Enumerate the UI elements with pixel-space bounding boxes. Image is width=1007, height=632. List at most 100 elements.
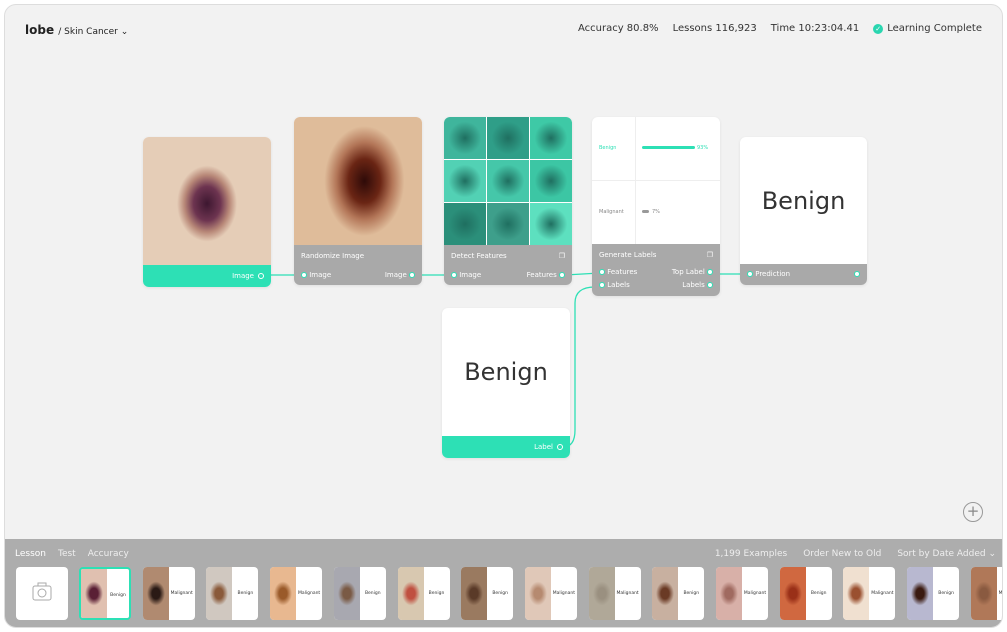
randomize-image-node[interactable]: Randomize Image Image Image bbox=[294, 117, 422, 285]
feature-map bbox=[487, 160, 529, 202]
label-name: Benign bbox=[599, 145, 617, 151]
port-label: Prediction bbox=[755, 270, 791, 278]
input-port[interactable] bbox=[599, 282, 605, 288]
detect-features-node[interactable]: Detect Features ❐ Image Features bbox=[444, 117, 572, 285]
example-label: Malignant bbox=[170, 591, 193, 596]
example-label: Benign bbox=[938, 591, 954, 596]
example-image bbox=[716, 567, 742, 620]
feature-map bbox=[444, 117, 486, 159]
example-thumbnail[interactable]: Malignant bbox=[142, 567, 195, 620]
examples-panel: Lesson Test Accuracy 1,199 Examples Orde… bbox=[5, 539, 1002, 627]
feature-map bbox=[487, 203, 529, 245]
feature-map bbox=[530, 117, 572, 159]
examples-count: 1,199 Examples bbox=[714, 549, 788, 559]
example-thumbnail[interactable]: Malignant bbox=[843, 567, 896, 620]
example-thumbnail[interactable]: Benign bbox=[461, 567, 514, 620]
example-thumbnail[interactable]: Malignant bbox=[970, 567, 1002, 620]
port-label: Image bbox=[459, 271, 482, 279]
example-thumbnail[interactable]: Benign bbox=[779, 567, 832, 620]
probability-value: 93% bbox=[697, 145, 709, 151]
tab-lesson[interactable]: Lesson bbox=[15, 549, 46, 559]
example-thumbnail[interactable]: Malignant bbox=[588, 567, 641, 620]
port-label: Labels bbox=[682, 281, 705, 289]
example-label: Benign bbox=[683, 591, 700, 596]
label-node[interactable]: Benign Label bbox=[442, 308, 570, 458]
output-port[interactable] bbox=[707, 269, 713, 275]
port-label: Features bbox=[607, 268, 638, 276]
feature-map bbox=[444, 203, 486, 245]
example-image bbox=[524, 567, 551, 620]
port-label: Image bbox=[384, 271, 407, 279]
input-port[interactable] bbox=[301, 272, 307, 278]
node-title: Detect Features bbox=[451, 252, 507, 260]
label-name: Malignant bbox=[599, 209, 624, 215]
input-port[interactable] bbox=[451, 272, 457, 278]
example-thumbnail[interactable]: Malignant bbox=[716, 567, 768, 620]
example-image bbox=[397, 567, 424, 620]
tab-test[interactable]: Test bbox=[58, 549, 76, 559]
example-thumbnail[interactable]: Benign bbox=[333, 567, 386, 620]
example-label: Benign bbox=[364, 591, 381, 596]
copy-icon[interactable]: ❐ bbox=[707, 251, 713, 259]
example-label: Benign bbox=[428, 591, 445, 596]
example-thumbnail[interactable]: Benign bbox=[652, 567, 705, 620]
port-label: Label bbox=[534, 443, 553, 451]
tab-accuracy[interactable]: Accuracy bbox=[88, 549, 129, 559]
prediction-node[interactable]: Benign Prediction bbox=[740, 137, 867, 285]
example-thumbnail[interactable]: Benign bbox=[907, 567, 960, 620]
feature-grid bbox=[444, 117, 572, 245]
example-label: Benign bbox=[237, 591, 254, 596]
app-window: lobe / Skin Cancer ⌄ Accuracy 80.8% Less… bbox=[4, 4, 1003, 628]
output-port[interactable] bbox=[854, 271, 860, 277]
example-thumbnail[interactable]: Malignant bbox=[270, 567, 323, 620]
output-port[interactable] bbox=[707, 282, 713, 288]
example-image bbox=[81, 569, 107, 618]
output-port[interactable] bbox=[557, 444, 563, 450]
output-port[interactable] bbox=[559, 272, 565, 278]
input-port[interactable] bbox=[747, 271, 753, 277]
example-image bbox=[588, 567, 615, 620]
port-label: Image bbox=[309, 271, 332, 279]
example-image bbox=[333, 567, 360, 620]
example-label: Benign bbox=[110, 593, 126, 598]
example-image bbox=[779, 567, 806, 620]
example-thumbnail[interactable]: Benign bbox=[206, 567, 259, 620]
image-node[interactable]: Image bbox=[143, 137, 271, 287]
example-thumbnail[interactable]: Benign bbox=[79, 567, 131, 620]
example-thumbnail[interactable]: Malignant bbox=[524, 567, 577, 620]
example-image bbox=[270, 567, 297, 620]
camera-capture-button[interactable] bbox=[16, 567, 68, 620]
port-label: Image bbox=[232, 272, 254, 280]
example-image bbox=[907, 567, 934, 620]
example-image bbox=[843, 567, 870, 620]
order-toggle[interactable]: Order New to Old bbox=[803, 549, 881, 559]
example-image bbox=[652, 567, 679, 620]
example-thumbnail[interactable]: Benign bbox=[397, 567, 450, 620]
example-image bbox=[142, 567, 169, 620]
output-port[interactable] bbox=[409, 272, 415, 278]
feature-map bbox=[530, 203, 572, 245]
camera-icon bbox=[32, 582, 52, 601]
example-label: Malignant bbox=[743, 591, 767, 596]
generate-labels-node[interactable]: Benign 93% Malignant 7% Generate Labels ❐… bbox=[592, 117, 720, 296]
skin-image bbox=[143, 137, 271, 265]
port-label: Top Label bbox=[671, 268, 705, 276]
sort-dropdown[interactable]: Sort by Date Added ⌄ bbox=[897, 549, 996, 559]
copy-icon[interactable]: ❐ bbox=[559, 252, 565, 260]
add-node-button[interactable]: + bbox=[963, 502, 983, 522]
feature-map bbox=[487, 117, 529, 159]
example-label: Benign bbox=[810, 591, 827, 596]
example-label: Malignant bbox=[871, 591, 894, 596]
example-label: Benign bbox=[492, 591, 509, 596]
skin-image bbox=[294, 117, 422, 245]
node-title: Randomize Image bbox=[301, 252, 365, 260]
output-port[interactable] bbox=[258, 273, 264, 279]
example-image bbox=[461, 567, 488, 620]
probability-bar bbox=[642, 210, 649, 213]
input-port[interactable] bbox=[599, 269, 605, 275]
node-title: Generate Labels bbox=[599, 251, 657, 259]
label-value[interactable]: Benign bbox=[442, 358, 570, 386]
example-image bbox=[206, 567, 233, 620]
example-label: Malignant bbox=[297, 591, 321, 596]
prediction-value: Benign bbox=[761, 187, 846, 215]
